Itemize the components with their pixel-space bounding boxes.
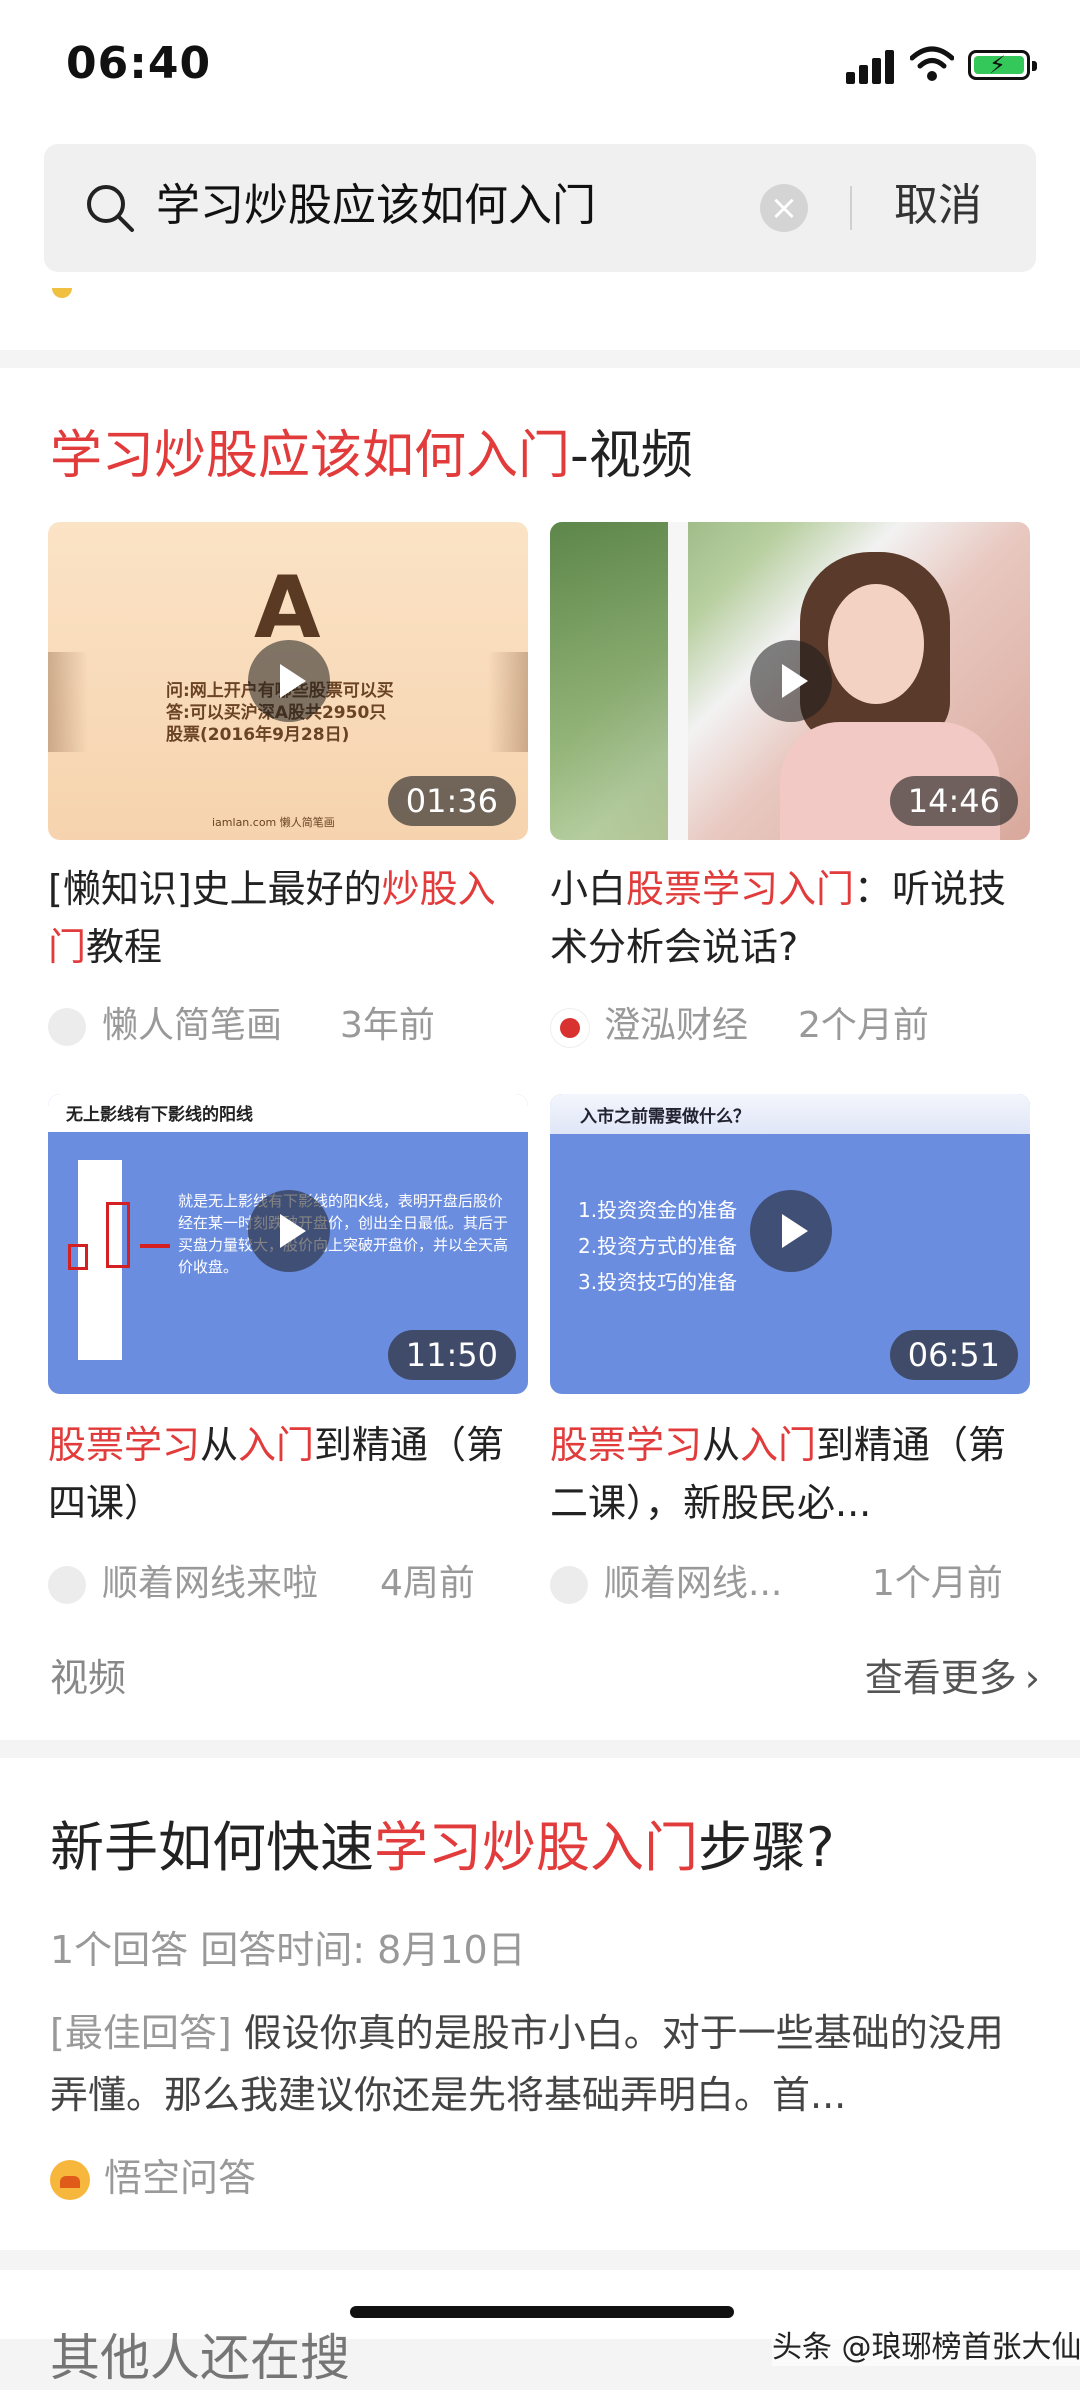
video-item[interactable]: 无上影线有下影线的阳线 就是无上影线有下影线的阳K线，表明开盘后股价经在某一时刻… xyxy=(48,1080,528,1640)
video-author[interactable]: 澄泓财经 xyxy=(604,998,748,1054)
thumb-site: iamlan.com 懒人简笔画 xyxy=(212,816,335,829)
source-name: 悟空问答 xyxy=(104,2156,257,2200)
thumb-heading: 无上影线有下影线的阳线 xyxy=(66,1105,253,1125)
video-time-ago: 4周前 xyxy=(380,1563,475,1604)
video-results-card: 学习炒股应该如何入门-视频 A 问:网上开户有哪些股票可以买 答:可以买沪深A股… xyxy=(0,368,1080,1740)
status-bar: 06:40 ⚡ xyxy=(0,0,1080,130)
status-time: 06:40 xyxy=(66,38,212,89)
video-thumbnail[interactable]: 无上影线有下影线的阳线 就是无上影线有下影线的阳K线，表明开盘后股价经在某一时刻… xyxy=(48,1094,528,1394)
search-box[interactable]: 学习炒股应该如何入门 × 取消 xyxy=(44,144,1036,272)
video-thumbnail[interactable]: 入市之前需要做什么？ 1.投资资金的准备 2.投资方式的准备 3.投资技巧的准备… xyxy=(550,1094,1030,1394)
person-face xyxy=(828,584,924,704)
video-duration: 14:46 xyxy=(889,776,1018,826)
thumb-heading: 入市之前需要做什么？ xyxy=(580,1107,750,1127)
channel-logo-icon xyxy=(550,1008,590,1048)
wifi-icon xyxy=(910,46,954,81)
thumb-list: 1.投资资金的准备 2.投资方式的准备 3.投资技巧的准备 xyxy=(578,1198,738,1294)
section-title[interactable]: 学习炒股应该如何入门-视频 xyxy=(50,416,693,496)
video-author[interactable]: 顺着网线... xyxy=(604,1556,782,1612)
video-duration: 01:36 xyxy=(387,776,516,826)
video-time-ago: 1个月前 xyxy=(872,1563,1003,1604)
search-header: 学习炒股应该如何入门 × 取消 xyxy=(0,130,1080,350)
avatar xyxy=(48,1566,86,1604)
avatar xyxy=(550,1566,588,1604)
play-icon[interactable] xyxy=(750,1190,832,1272)
video-author[interactable]: 顺着网线来啦 xyxy=(102,1556,318,1612)
video-meta: 懒人简笔画 3年前 xyxy=(48,998,528,1054)
wukong-logo-icon xyxy=(50,2160,90,2200)
video-title[interactable]: 小白股票学习入门：听说技术分析会说话? xyxy=(550,860,1030,976)
video-item[interactable]: 14:46 小白股票学习入门：听说技术分析会说话? 澄泓财经 2个月前 xyxy=(550,522,1030,1062)
battery-charging-icon: ⚡ xyxy=(968,50,1037,80)
video-title[interactable]: 股票学习从入门到精通（第四课） xyxy=(48,1416,528,1532)
avatar xyxy=(48,1008,86,1046)
video-thumbnail[interactable]: A 问:网上开户有哪些股票可以买 答:可以买沪深A股共2950只 股票(2016… xyxy=(48,522,528,840)
previous-item-peek xyxy=(52,288,72,298)
video-thumbnail[interactable]: 14:46 xyxy=(550,522,1030,840)
video-item[interactable]: A 问:网上开户有哪些股票可以买 答:可以买沪深A股共2950只 股票(2016… xyxy=(48,522,528,1062)
video-meta: 顺着网线... 1个月前 xyxy=(550,1556,1030,1612)
source-label: 视频 xyxy=(50,1656,127,1700)
title-highlight: 学习炒股应该如何入门 xyxy=(50,426,571,486)
search-input[interactable]: 学习炒股应该如何入门 xyxy=(156,174,596,238)
play-icon[interactable] xyxy=(750,640,832,722)
title-suffix: -视频 xyxy=(570,426,693,486)
thumb-text: 就是无上影线有下影线的阳K线，表明开盘后股价经在某一时刻跌破开盘价，创出全日最低… xyxy=(178,1192,509,1276)
best-answer-label: [最佳回答] xyxy=(50,2011,232,2055)
see-more-button[interactable]: 查看更多 › xyxy=(865,1650,1040,1706)
cellular-signal-icon xyxy=(846,48,898,84)
video-time-ago: 3年前 xyxy=(340,1005,435,1046)
video-time-ago: 2个月前 xyxy=(798,1005,929,1046)
question-title[interactable]: 新手如何快速学习炒股入门步骤? xyxy=(50,1808,835,1888)
answer-meta: 1个回答 回答时间: 8月10日 xyxy=(50,1928,526,1972)
video-author[interactable]: 懒人简笔画 xyxy=(102,998,282,1054)
video-title[interactable]: 股票学习从入门到精通（第二课），新股民必... xyxy=(550,1416,1030,1532)
answer-snippet: [最佳回答] 假设你真的是股市小白。对于一些基础的没用弄懂。那么我建议你还是先将… xyxy=(50,2011,1004,2117)
watermark: 头条 @琅琊榜首张大仙 xyxy=(772,2322,1080,2366)
clear-icon[interactable]: × xyxy=(760,184,808,232)
qa-result-card[interactable]: 新手如何快速学习炒股入门步骤? 1个回答 回答时间: 8月10日 [最佳回答] … xyxy=(0,1758,1080,2250)
chevron-right-icon: › xyxy=(1024,1656,1040,1700)
video-duration: 06:51 xyxy=(889,1330,1018,1380)
cancel-button[interactable]: 取消 xyxy=(894,174,982,238)
home-indicator[interactable] xyxy=(350,2306,734,2318)
divider xyxy=(850,186,852,230)
play-icon[interactable] xyxy=(248,1190,330,1272)
play-icon[interactable] xyxy=(248,640,330,722)
video-title[interactable]: [懒知识]史上最好的炒股入门教程 xyxy=(48,860,528,976)
video-item[interactable]: 入市之前需要做什么？ 1.投资资金的准备 2.投资方式的准备 3.投资技巧的准备… xyxy=(550,1080,1030,1640)
video-duration: 11:50 xyxy=(387,1330,516,1380)
video-meta: 顺着网线来啦 4周前 xyxy=(48,1556,528,1612)
related-searches-title: 其他人还在搜 xyxy=(50,2329,350,2387)
search-icon xyxy=(87,185,134,232)
video-meta: 澄泓财经 2个月前 xyxy=(550,998,1030,1054)
